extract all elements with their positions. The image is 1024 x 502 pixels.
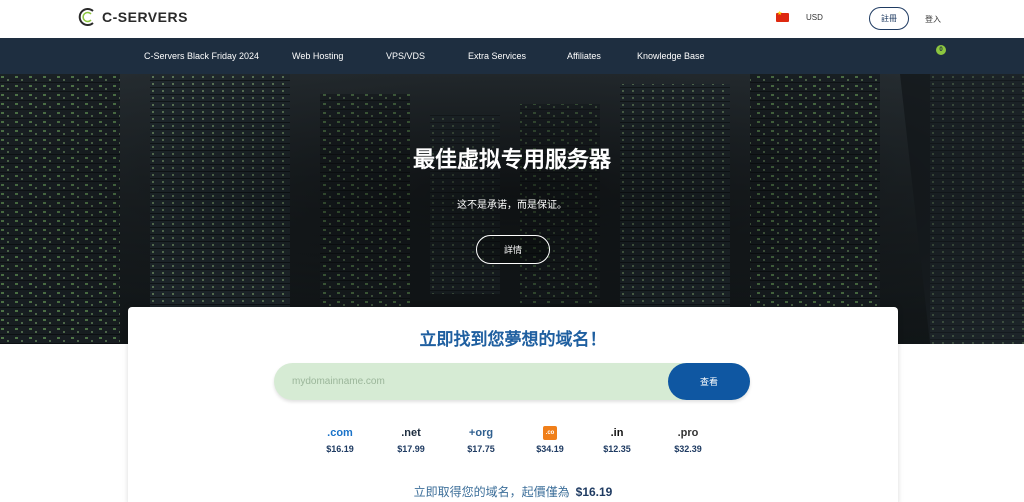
cart-count-badge[interactable]: 0 [936, 45, 946, 55]
logo-icon [78, 8, 94, 26]
logo-text: C-SERVERS [102, 9, 188, 25]
nav-item-affiliates[interactable]: Affiliates [567, 51, 601, 61]
tld-in-logo: .in [610, 427, 624, 439]
tld-item-org[interactable]: +org $17.75 [451, 425, 511, 454]
tld-pro-logo: .pro [677, 427, 699, 439]
nav-item-knowledge-base[interactable]: Knowledge Base [637, 51, 705, 61]
tld-org-price: $17.75 [467, 444, 495, 454]
tld-com-logo: .com [327, 427, 353, 439]
tld-item-pro[interactable]: .pro $32.39 [658, 425, 718, 454]
domain-promo: 立即取得您的域名，起價僅為 $16.19 [128, 483, 898, 500]
china-flag-icon[interactable] [776, 10, 789, 22]
tld-net-logo: .net [401, 427, 421, 439]
tld-org-logo: +org [468, 427, 494, 439]
login-link[interactable]: 登入 [925, 14, 941, 25]
nav-item-web-hosting[interactable]: Web Hosting [292, 51, 343, 61]
nav-item-vps-vds[interactable]: VPS/VDS [386, 51, 425, 61]
nav-item-extra-services[interactable]: Extra Services [468, 51, 526, 61]
tld-com-price: $16.19 [326, 444, 354, 454]
tld-net-price: $17.99 [397, 444, 425, 454]
domain-search-title: 立即找到您夢想的域名！ [419, 330, 607, 349]
nav-item-black-friday[interactable]: C-Servers Black Friday 2024 [144, 51, 259, 61]
domain-search-card: 立即找到您夢想的域名！ 查看 .com $16.19 .net $17.99 +… [128, 307, 898, 502]
tld-item-co[interactable]: .co $34.19 [520, 425, 580, 454]
logo[interactable]: C-SERVERS [78, 7, 188, 27]
hero-title: 最佳虚拟专用服务器 [412, 147, 611, 172]
tld-in-price: $12.35 [603, 444, 631, 454]
domain-search-input[interactable] [292, 363, 652, 400]
tld-co-logo: .co [543, 426, 557, 440]
main-nav: C-Servers Black Friday 2024 Web Hosting … [0, 38, 1024, 74]
tld-item-in[interactable]: .in $12.35 [587, 425, 647, 454]
tld-item-com[interactable]: .com $16.19 [310, 425, 370, 454]
hero-subtitle: 这不是承诺，而是保证。 [457, 200, 567, 211]
top-header: C-SERVERS USD 註冊 登入 [0, 0, 1024, 38]
hero-banner: 最佳虚拟专用服务器 这不是承诺，而是保证。 詳情 [0, 74, 1024, 344]
domain-promo-price: $16.19 [575, 485, 613, 499]
tld-pro-price: $32.39 [674, 444, 702, 454]
currency-selector[interactable]: USD [806, 13, 823, 22]
tld-item-net[interactable]: .net $17.99 [381, 425, 441, 454]
hero-details-button[interactable]: 詳情 [476, 235, 550, 264]
domain-search-button[interactable]: 查看 [668, 363, 750, 400]
tld-co-price: $34.19 [536, 444, 564, 454]
register-button[interactable]: 註冊 [869, 7, 909, 30]
domain-promo-text: 立即取得您的域名，起價僅為 [413, 485, 570, 499]
